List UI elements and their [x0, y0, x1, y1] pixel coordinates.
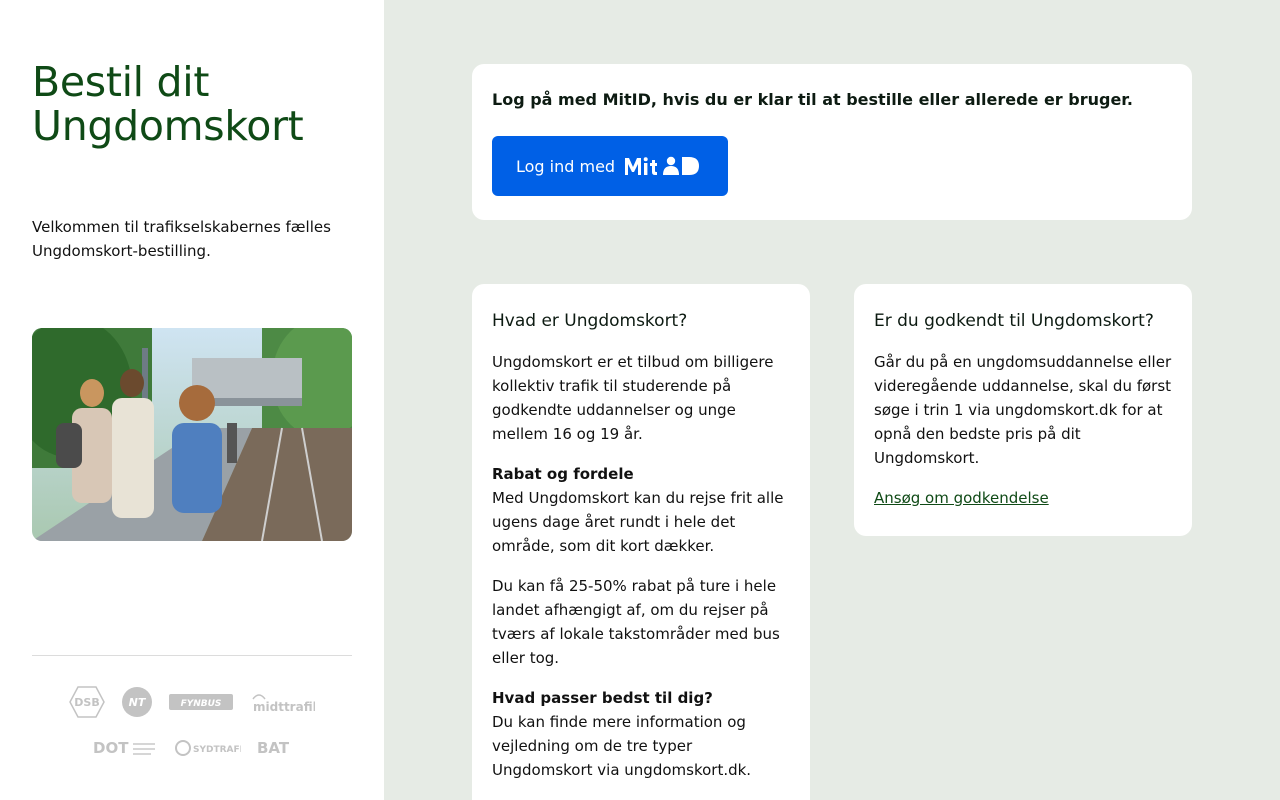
page-title: Bestil dit Ungdomskort — [32, 60, 352, 148]
mitid-button-label: Log ind med — [516, 156, 616, 176]
midttrafik-logo: midttrafik — [249, 689, 315, 715]
info-paragraph-4-body: Du kan finde mere information og vejledn… — [492, 713, 752, 779]
info-card-heading: Hvad er Ungdomskort? — [492, 311, 688, 331]
svg-text:DSB: DSB — [74, 696, 99, 709]
bat-logo: BAT — [257, 738, 291, 758]
svg-text:FYNBUS: FYNBUS — [181, 699, 222, 709]
dot-logo: DOT — [93, 738, 159, 758]
approval-card-body: Går du på en ungdomsuddannelse eller vid… — [874, 353, 1172, 467]
main-content: Log på med MitID, hvis du er klar til at… — [384, 0, 1280, 800]
intro-text: Velkommen til trafikselskabernes fælles … — [32, 218, 331, 260]
info-paragraph-1: Ungdomskort er et tilbud om billigere ko… — [492, 353, 774, 443]
page: Bestil dit Ungdomskort Velkommen til tra… — [0, 0, 1280, 800]
info-paragraph-2-title: Rabat og fordele — [492, 465, 634, 483]
nt-logo: NT — [121, 686, 153, 718]
info-paragraph-3: Du kan få 25-50% rabat på ture i hele la… — [492, 577, 780, 667]
info-paragraph-4: Hvad passer bedst til dig? Du kan finde … — [492, 686, 790, 782]
dsb-logo: DSB — [69, 686, 105, 718]
login-lead-text: Log på med MitID, hvis du er klar til at… — [492, 90, 1133, 109]
info-paragraph-2: Rabat og fordele Med Ungdomskort kan du … — [492, 462, 790, 558]
svg-text:BAT: BAT — [257, 739, 290, 757]
info-paragraph-4-title: Hvad passer bedst til dig? — [492, 689, 713, 707]
partner-logos-row-2: DOT SYDTRAFIK BAT — [32, 738, 352, 758]
mitid-logo-icon — [623, 155, 701, 177]
mitid-login-button[interactable]: Log ind med — [492, 136, 728, 196]
approval-card: Er du godkendt til Ungdomskort? Går du p… — [854, 284, 1192, 536]
svg-text:midttrafik: midttrafik — [253, 700, 315, 714]
svg-text:NT: NT — [129, 696, 147, 709]
partner-logos-row-1: DSB NT FYNBUS midttrafik — [32, 686, 352, 718]
svg-text:SYDTRAFIK: SYDTRAFIK — [193, 745, 241, 755]
apply-approval-link[interactable]: Ansøg om godkendelse — [874, 486, 1049, 510]
fynbus-logo: FYNBUS — [169, 694, 233, 710]
page-title-line2: Ungdomskort — [32, 102, 304, 150]
approval-card-heading: Er du godkendt til Ungdomskort? — [874, 311, 1154, 331]
hero-image — [32, 328, 352, 541]
svg-text:DOT: DOT — [93, 739, 129, 757]
page-title-line1: Bestil dit — [32, 58, 210, 106]
login-card: Log på med MitID, hvis du er klar til at… — [472, 64, 1192, 220]
sydtrafik-logo: SYDTRAFIK — [175, 738, 241, 758]
sidebar-divider — [32, 655, 352, 656]
info-card: Hvad er Ungdomskort? Ungdomskort er et t… — [472, 284, 810, 800]
sidebar: Bestil dit Ungdomskort Velkommen til tra… — [0, 0, 384, 800]
info-paragraph-2-body: Med Ungdomskort kan du rejse frit alle u… — [492, 489, 784, 555]
